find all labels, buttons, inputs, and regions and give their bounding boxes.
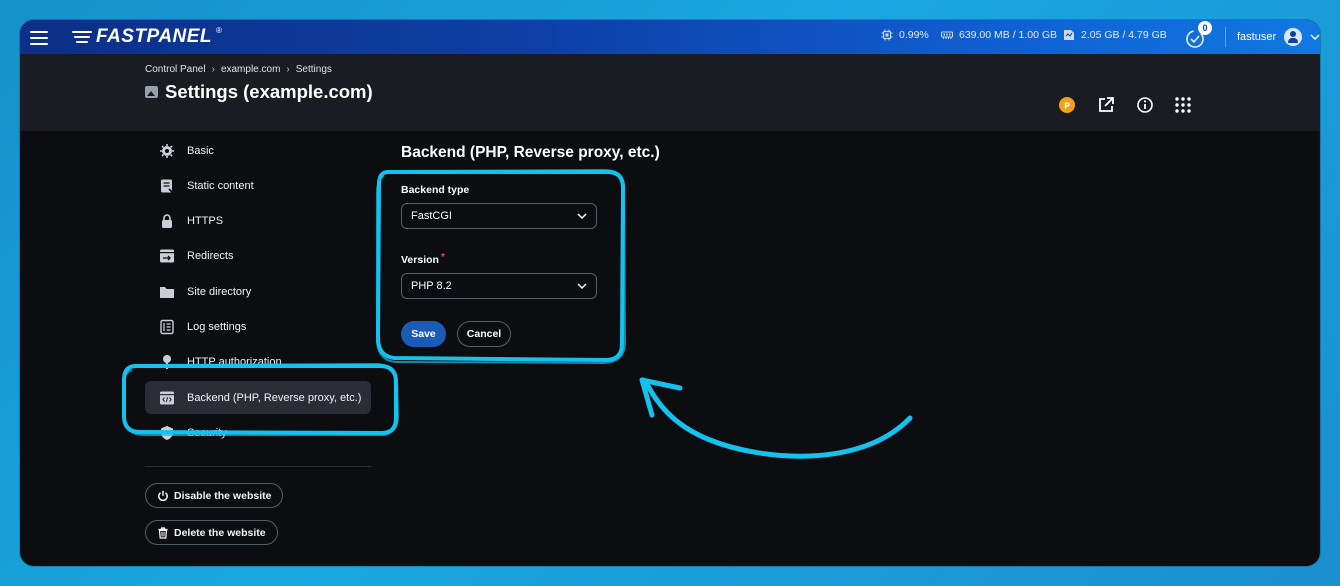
menu-icon[interactable]	[30, 27, 48, 47]
shield-icon	[159, 425, 175, 441]
log-icon	[159, 319, 175, 335]
sidebar-item-log-settings[interactable]: Log settings	[145, 310, 371, 343]
apps-grid-icon[interactable]	[1173, 95, 1193, 115]
disable-website-button[interactable]: Disable the website	[145, 483, 284, 508]
arrow-curve	[643, 379, 913, 459]
sidebar-item-label: Site directory	[187, 285, 252, 298]
disk-value: 2.05 GB / 4.79 GB	[1081, 29, 1167, 41]
key-icon	[159, 354, 175, 370]
user-menu[interactable]: fastuser	[1237, 20, 1320, 54]
sidebar-item-label: Static content	[187, 179, 254, 192]
sidebar-item-static-content[interactable]: Static content	[145, 169, 371, 202]
top-bar: FASTPANEL ® 0.99% 639.00 MB / 1.00 GB 2.…	[20, 20, 1320, 54]
brand-name: FASTPANEL	[96, 26, 213, 47]
sidebar-item-site-directory[interactable]: Site directory	[145, 275, 371, 308]
breadcrumb-control-panel[interactable]: Control Panel	[145, 64, 206, 75]
redirect-icon	[159, 248, 175, 264]
chevron-down-icon	[577, 213, 587, 220]
memory-icon	[941, 31, 953, 39]
sidebar-item-label: Security	[187, 426, 227, 439]
code-icon	[159, 390, 175, 406]
sidebar-item-https[interactable]: HTTPS	[145, 204, 371, 237]
app-window: FASTPANEL ® 0.99% 639.00 MB / 1.00 GB 2.…	[20, 20, 1320, 566]
site-image-icon	[145, 86, 158, 98]
page-title: Settings (example.com)	[145, 81, 373, 103]
trash-icon	[158, 526, 168, 539]
required-mark: *	[440, 252, 445, 263]
sidebar-divider	[145, 466, 371, 467]
backend-type-label: Backend type	[401, 184, 470, 196]
section-title: Backend (PHP, Reverse proxy, etc.)	[401, 144, 660, 161]
notification-badge: 0	[1198, 21, 1212, 35]
cpu-value: 0.99%	[899, 29, 929, 41]
disk-stat: 2.05 GB / 4.79 GB	[1063, 29, 1167, 41]
gear-icon	[159, 143, 175, 159]
delete-website-label: Delete the website	[174, 526, 266, 539]
logo-lines-icon	[72, 30, 92, 44]
breadcrumb-settings: Settings	[295, 64, 332, 75]
cancel-button[interactable]: Cancel	[457, 321, 511, 347]
version-select[interactable]: PHP 8.2	[401, 273, 597, 299]
sidebar-item-basic[interactable]: Basic	[145, 134, 371, 167]
sidebar-item-label: HTTP authorization	[187, 355, 282, 368]
disk-icon	[1064, 30, 1074, 40]
sidebar-item-backend[interactable]: Backend (PHP, Reverse proxy, etc.)	[145, 381, 371, 414]
chevron-down-icon	[577, 283, 587, 290]
sidebar-item-label: HTTPS	[187, 214, 224, 227]
sidebar-item-label: Backend (PHP, Reverse proxy, etc.)	[187, 391, 362, 404]
breadcrumb-separator: ›	[211, 64, 215, 75]
brand-registered-mark: ®	[216, 26, 222, 35]
page-header: Control Panel › example.com › Settings S…	[20, 54, 1320, 131]
svg-text:P: P	[1064, 102, 1070, 111]
backend-type-select[interactable]: FastCGI	[401, 203, 597, 229]
arrow-head	[639, 377, 683, 418]
cpu-stat: 0.99%	[881, 29, 929, 41]
sidebar-item-label: Log settings	[187, 320, 247, 333]
disable-website-label: Disable the website	[174, 489, 272, 502]
backend-type-value: FastCGI	[411, 210, 452, 222]
topbar-divider	[1225, 27, 1226, 47]
avatar-icon	[1284, 28, 1303, 46]
sidebar-item-http-authorization[interactable]: HTTP authorization	[145, 345, 371, 378]
delete-website-button[interactable]: Delete the website	[145, 520, 278, 545]
page-title-text: Settings (example.com)	[165, 81, 373, 102]
power-icon	[158, 490, 168, 501]
document-icon	[159, 178, 175, 194]
folder-icon	[159, 284, 175, 300]
cpu-icon	[881, 29, 893, 41]
sidebar-item-label: Redirects	[187, 249, 234, 262]
memory-stat: 639.00 MB / 1.00 GB	[941, 29, 1057, 41]
logo[interactable]: FASTPANEL ®	[72, 24, 222, 50]
lock-icon	[159, 213, 175, 229]
external-link-icon[interactable]	[1096, 95, 1116, 115]
version-label-text: Version	[401, 254, 439, 266]
memory-value: 639.00 MB / 1.00 GB	[959, 29, 1058, 41]
sidebar-item-security[interactable]: Security	[145, 416, 371, 449]
username: fastuser	[1237, 31, 1277, 43]
breadcrumb-domain[interactable]: example.com	[221, 64, 280, 75]
php-icon[interactable]: P	[1057, 95, 1077, 115]
version-label: Version *	[401, 252, 445, 266]
save-button[interactable]: Save	[401, 321, 446, 347]
version-value: PHP 8.2	[411, 280, 452, 292]
breadcrumb-separator: ›	[286, 64, 290, 75]
sidebar-item-label: Basic	[187, 144, 214, 157]
breadcrumb: Control Panel › example.com › Settings	[145, 64, 332, 75]
sidebar-item-redirects[interactable]: Redirects	[145, 239, 371, 272]
info-icon[interactable]	[1135, 95, 1155, 115]
chevron-down-icon	[1310, 34, 1320, 40]
